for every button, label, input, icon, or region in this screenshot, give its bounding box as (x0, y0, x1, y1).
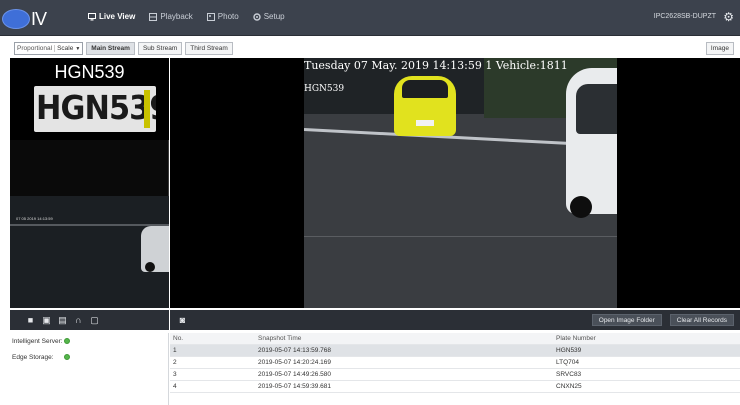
nav-photo-label: Photo (217, 12, 239, 21)
top-nav-bar: IV Live View Playback Photo Setup IPC262… (0, 0, 740, 36)
video-osd-overlay: Tuesday 07 May. 2019 14:13:59 1 Vehicle:… (304, 59, 568, 72)
row-snapshot-time: 2019-05-07 14:49:26.580 (258, 371, 332, 378)
status-ok-icon (64, 354, 70, 360)
white-vehicle (566, 68, 617, 218)
device-model-name: IPC2628SB-DUPZT (653, 13, 716, 20)
row-snapshot-time: 2019-05-07 14:13:59.768 (258, 347, 332, 354)
nav-photo[interactable]: Photo (206, 12, 239, 21)
status-panel: Intelligent Server: Edge Storage: (10, 333, 169, 405)
row-snapshot-time: 2019-05-07 14:20:24.169 (258, 359, 332, 366)
row-plate-number: HGN539 (556, 347, 582, 354)
left-control-bar: ■ ▣ ▤ ∩ ▢ (10, 310, 169, 330)
header-snapshot-time: Snapshot Time (258, 335, 302, 342)
sub-stream-button[interactable]: Sub Stream (137, 42, 183, 55)
live-video-window[interactable]: Tuesday 07 May. 2019 14:13:59 1 Vehicle:… (170, 58, 740, 308)
logo-text: IV (31, 8, 47, 29)
record-icon[interactable]: ▤ (58, 315, 67, 325)
camera-scene (304, 58, 617, 308)
row-no: 3 (173, 371, 177, 378)
thumbnail-timestamp: 07 05 2019 14:13:59 (16, 216, 53, 221)
row-snapshot-time: 2019-05-07 14:59:39.681 (258, 383, 332, 390)
road-marking (304, 236, 617, 237)
photo-icon (206, 12, 215, 21)
edge-storage-status: Edge Storage: (10, 349, 168, 365)
live-view-page: IV Live View Playback Photo Setup IPC262… (0, 0, 740, 405)
setup-gear-icon (253, 12, 261, 21)
view-toolbar: Proportional Scale ▼ Main Stream Sub Str… (0, 40, 740, 57)
plate-crop-image: HGN539 (34, 86, 156, 132)
row-plate-number: CNXN25 (556, 383, 582, 390)
nav-setup[interactable]: Setup (253, 12, 285, 21)
record-actions: Open Image Folder Clear All Records (591, 314, 734, 326)
right-control-bar: ◙ Open Image Folder Clear All Records (170, 310, 740, 330)
plate-result: HGN539 HGN539 (10, 58, 169, 140)
edge-storage-label: Edge Storage: (12, 353, 54, 361)
row-plate-number: LTQ704 (556, 359, 580, 366)
monitor-icon (88, 12, 96, 20)
table-header: No. Snapshot Time Plate Number (170, 333, 740, 345)
plate-crop-mark (144, 90, 150, 128)
thumbnail-road-line (10, 224, 169, 226)
row-no: 2 (173, 359, 177, 366)
third-stream-button[interactable]: Third Stream (185, 42, 233, 55)
clear-all-records-button[interactable]: Clear All Records (669, 314, 734, 326)
camera-capture-icon[interactable]: ◙ (178, 315, 187, 325)
table-row[interactable]: 2 2019-05-07 14:20:24.169 LTQ704 (170, 357, 740, 369)
nav-playback[interactable]: Playback (149, 12, 193, 21)
playback-icon (149, 12, 158, 21)
intelligent-server-status: Intelligent Server: (10, 333, 168, 349)
video-osd-plate: HGN539 (304, 84, 345, 94)
nav-live-view[interactable]: Live View (88, 12, 135, 21)
image-settings-button[interactable]: Image (705, 42, 734, 55)
main-stream-button[interactable]: Main Stream (86, 42, 135, 55)
table-row[interactable]: 3 2019-05-07 14:49:26.580 SRVC83 (170, 369, 740, 381)
header-plate-number: Plate Number (556, 335, 596, 342)
intelligent-server-label: Intelligent Server: (12, 337, 63, 345)
recognized-plate-text: HGN539 (54, 62, 125, 82)
table-row[interactable]: 4 2019-05-07 14:59:39.681 CNXN25 (170, 381, 740, 393)
plate-crop-lettering: HGN539 (36, 88, 156, 127)
logo: IV (2, 8, 47, 30)
logo-mark (2, 9, 30, 29)
plate-recognition-panel: HGN539 HGN539 07 05 2019 14:13:59 (10, 58, 169, 308)
ratio-value: Scale (54, 45, 73, 52)
snapshot-thumbnail[interactable]: 07 05 2019 14:13:59 (10, 196, 169, 308)
table-row[interactable]: 1 2019-05-07 14:13:59.768 HGN539 (170, 345, 740, 357)
display-ratio-select[interactable]: Proportional Scale ▼ (14, 42, 84, 55)
row-no: 4 (173, 383, 177, 390)
yellow-vehicle (394, 76, 456, 136)
nav-setup-label: Setup (263, 12, 285, 21)
main-nav: Live View Playback Photo Setup (88, 12, 285, 21)
open-image-folder-button[interactable]: Open Image Folder (591, 314, 662, 326)
nav-live-view-label: Live View (99, 12, 136, 21)
row-plate-number: SRVC83 (556, 371, 582, 378)
nav-playback-label: Playback (160, 12, 193, 21)
thumbnail-vehicle (141, 226, 169, 272)
snapshot-records-table: No. Snapshot Time Plate Number 1 2019-05… (170, 333, 740, 405)
audio-icon[interactable]: ∩ (74, 315, 83, 325)
header-no: No. (173, 335, 184, 342)
settings-gear-icon[interactable]: ⚙ (723, 10, 734, 24)
row-no: 1 (173, 347, 177, 354)
status-ok-icon (64, 338, 70, 344)
snapshot-icon[interactable]: ▣ (42, 315, 51, 325)
chevron-down-icon: ▼ (75, 45, 81, 52)
stop-icon[interactable]: ■ (26, 315, 35, 325)
ratio-label: Proportional (17, 45, 53, 52)
fullscreen-icon[interactable]: ▢ (90, 315, 99, 325)
